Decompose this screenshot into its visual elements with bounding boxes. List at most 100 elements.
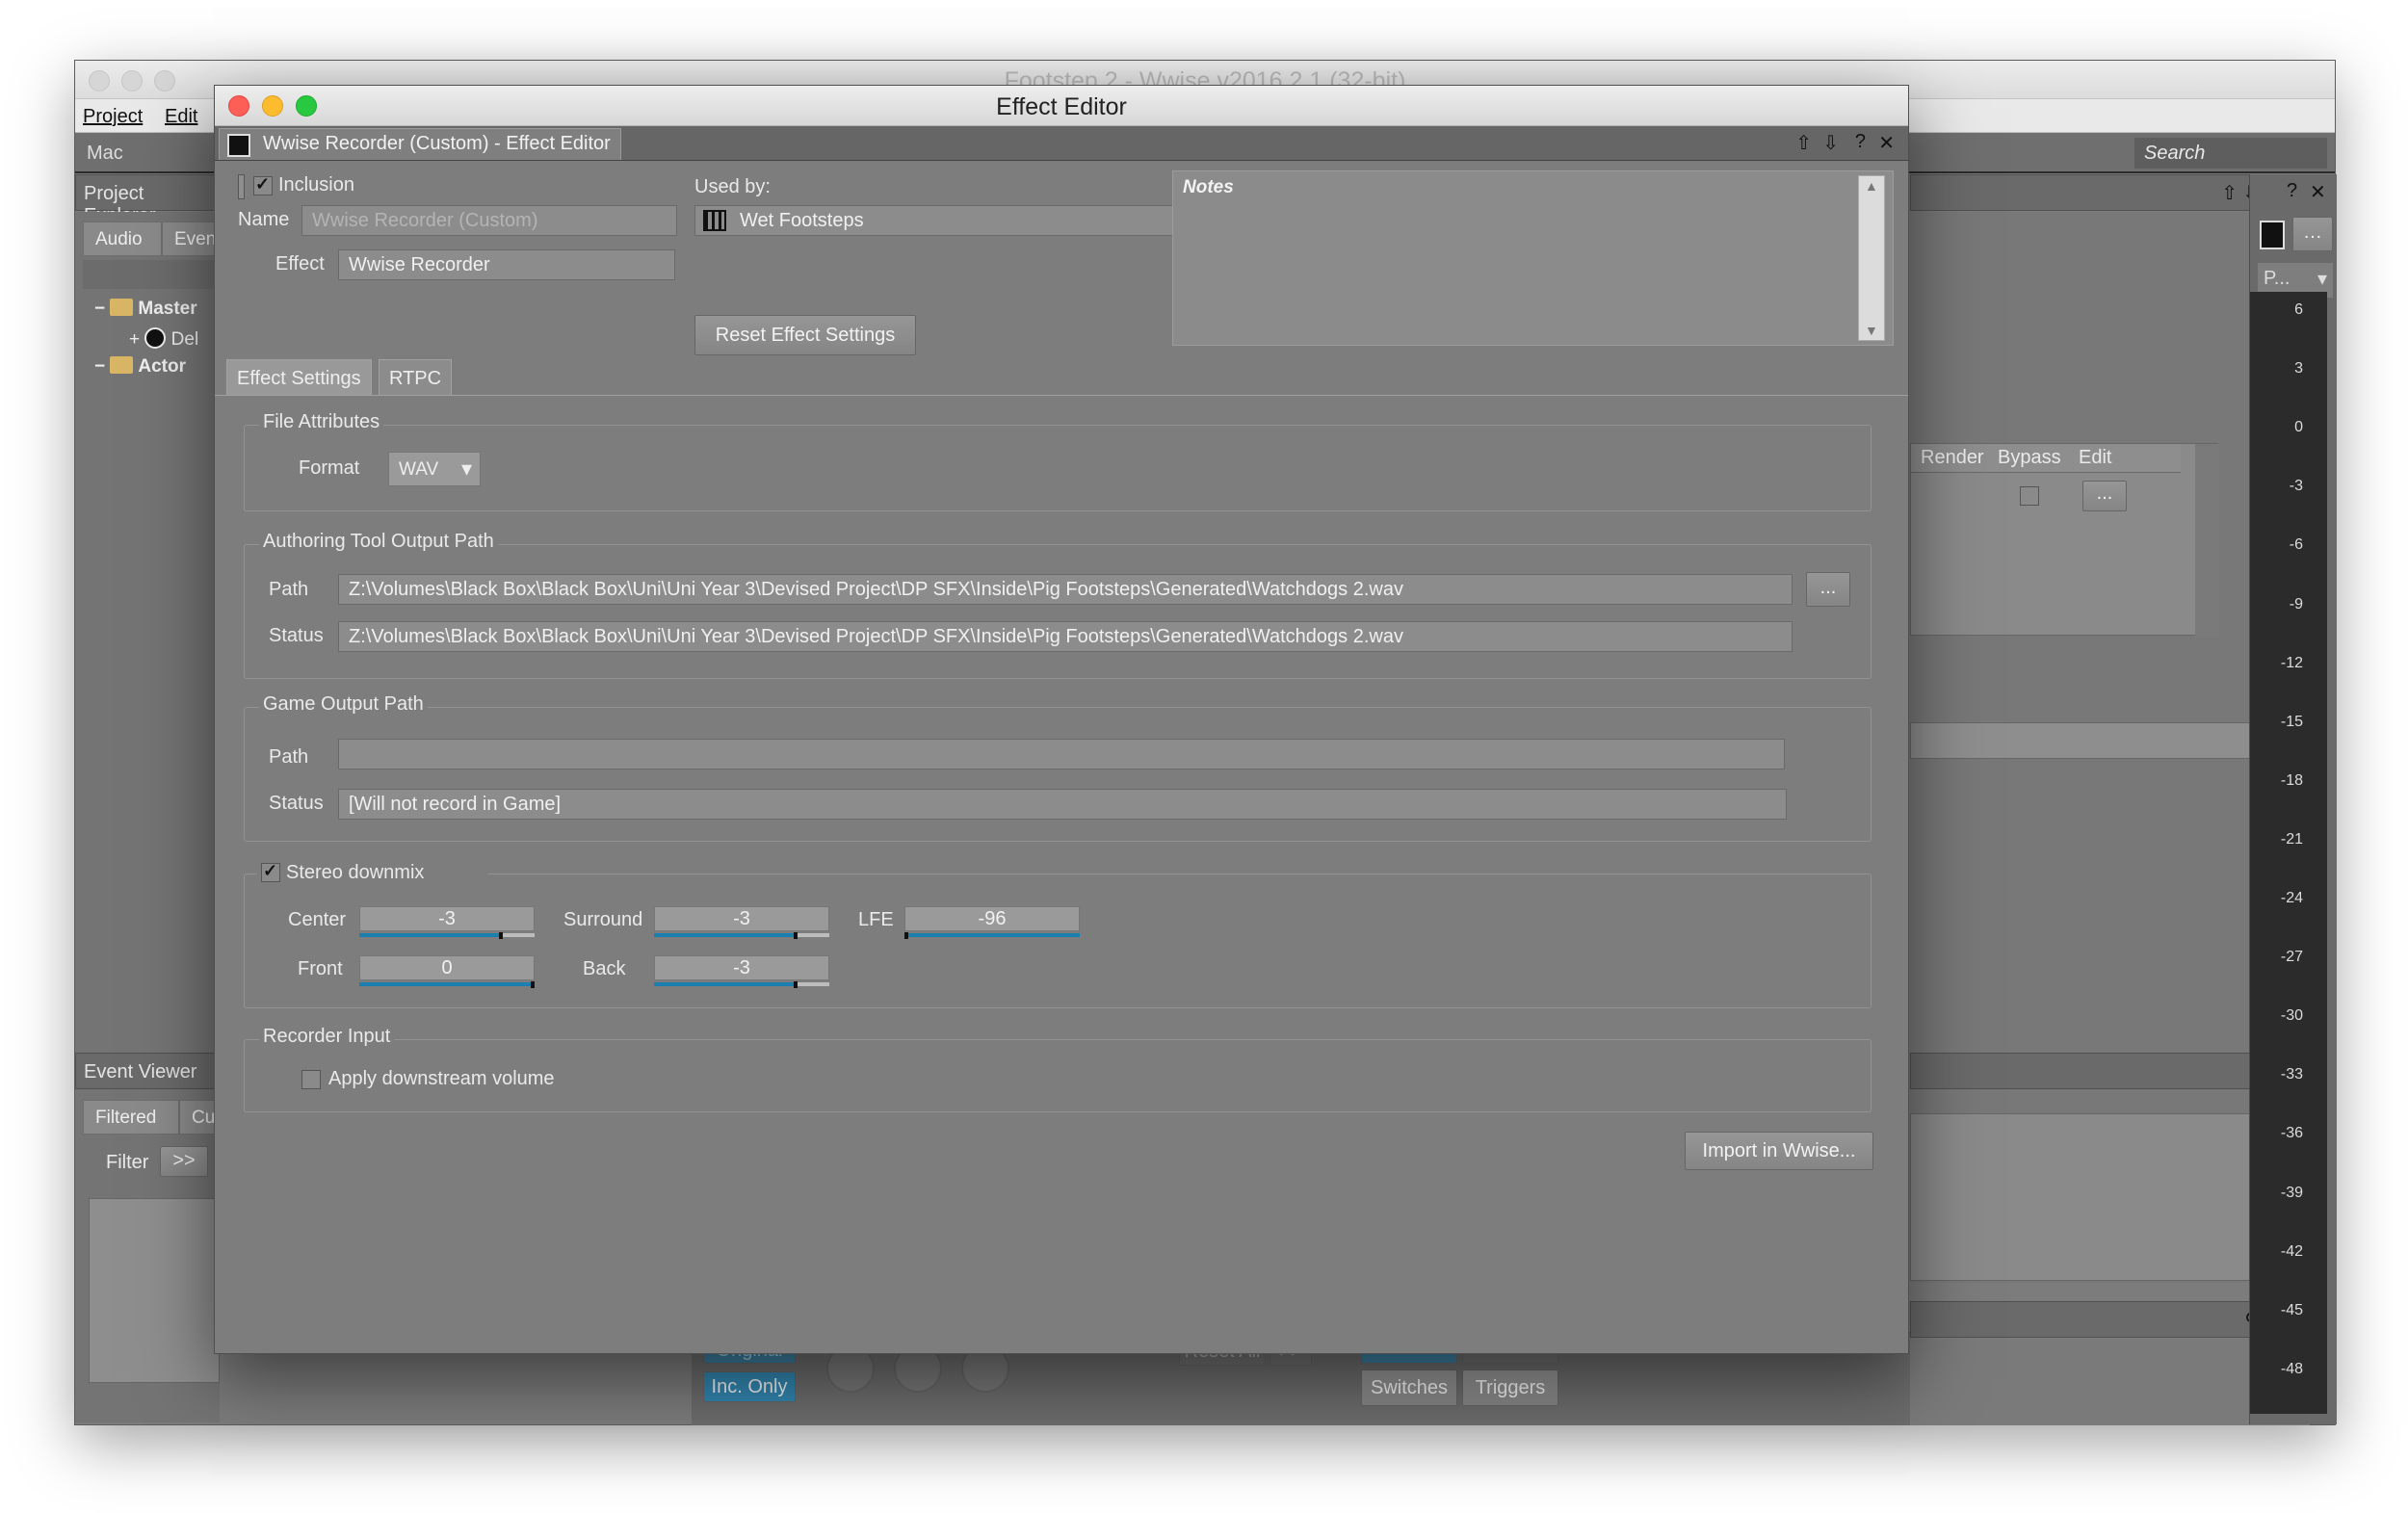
inc-only-button[interactable]: Inc. Only xyxy=(703,1371,796,1402)
inclusion-label: Inclusion xyxy=(278,174,354,196)
center-knob[interactable] xyxy=(499,932,503,939)
browse-path-button[interactable]: ... xyxy=(1806,572,1850,607)
pin-icon[interactable]: ⇧ xyxy=(1795,131,1812,155)
surround-slider[interactable]: -3 xyxy=(654,906,829,941)
tree-item-actor[interactable]: − Actor xyxy=(94,356,186,378)
back-value[interactable]: -3 xyxy=(654,955,829,980)
surround-knob[interactable] xyxy=(794,932,798,939)
tab-rtpc[interactable]: RTPC xyxy=(379,359,453,396)
close-icon[interactable]: ✕ xyxy=(2310,180,2326,204)
back-slider[interactable]: -3 xyxy=(654,955,829,990)
meter-tick-label: -18 xyxy=(2280,772,2303,789)
lfe-knob[interactable] xyxy=(904,932,908,939)
tree-item-master[interactable]: − Master xyxy=(94,299,197,320)
game-status-field: [Will not record in Game] xyxy=(338,789,1787,820)
meter-tick-label: 6 xyxy=(2294,301,2303,318)
meter-tick-label: -12 xyxy=(2280,655,2303,671)
authoring-path-field[interactable]: Z:\Volumes\Black Box\Black Box\Uni\Uni Y… xyxy=(338,574,1793,605)
notes-panel[interactable]: Notes ▲ ▼ xyxy=(1172,170,1894,346)
scroll-up-icon[interactable]: ▲ xyxy=(1865,178,1878,194)
triggers-button[interactable]: Triggers xyxy=(1462,1370,1558,1406)
meter-icon[interactable] xyxy=(2260,221,2285,249)
expand-icon[interactable]: + xyxy=(129,329,140,350)
contents-list[interactable] xyxy=(1910,1113,2290,1281)
meter-tick-label: -45 xyxy=(2280,1302,2303,1318)
editor-doc-tab[interactable]: Wwise Recorder (Custom) - Effect Editor xyxy=(219,128,621,160)
front-value[interactable]: 0 xyxy=(359,955,535,980)
effect-editor-window: Effect Editor Wwise Recorder (Custom) - … xyxy=(214,85,1909,1354)
import-in-wwise-button[interactable]: Import in Wwise... xyxy=(1685,1132,1873,1170)
lfe-value[interactable]: -96 xyxy=(904,906,1080,931)
table-scrollbar[interactable] xyxy=(2195,444,2219,637)
apply-downstream-volume-checkbox[interactable] xyxy=(301,1070,321,1089)
inclusion-checkbox[interactable] xyxy=(253,174,273,196)
meter-tick-label: -3 xyxy=(2289,478,2303,494)
front-label: Front xyxy=(298,958,343,979)
file-attributes-title: File Attributes xyxy=(259,411,384,433)
game-path-label: Path xyxy=(269,746,309,768)
authoring-path-title: Authoring Tool Output Path xyxy=(259,531,498,553)
back-knob[interactable] xyxy=(794,981,798,988)
menu-project[interactable]: Project xyxy=(83,106,143,128)
name-field[interactable]: Wwise Recorder (Custom) xyxy=(301,205,677,236)
format-select[interactable]: WAV ▾ xyxy=(388,452,481,486)
filter-label: Filter xyxy=(106,1152,149,1173)
meter-options-button[interactable]: … xyxy=(2292,217,2333,251)
meter-tick-label: -33 xyxy=(2280,1066,2303,1083)
scroll-down-icon[interactable]: ▼ xyxy=(1865,323,1878,338)
editor-doc-bar: Wwise Recorder (Custom) - Effect Editor … xyxy=(215,126,1908,161)
menu-edit[interactable]: Edit xyxy=(165,106,197,128)
notes-scrollbar[interactable]: ▲ ▼ xyxy=(1858,175,1885,341)
stereo-downmix-checkbox[interactable] xyxy=(261,861,280,882)
collapse-icon[interactable]: − xyxy=(94,356,105,377)
search-input[interactable]: Search xyxy=(2134,138,2327,169)
center-label: Center xyxy=(288,909,347,930)
file-attributes-group xyxy=(244,425,1871,511)
close-icon[interactable]: ✕ xyxy=(1878,131,1895,155)
game-path-field[interactable] xyxy=(338,739,1785,770)
authoring-path-label: Path xyxy=(269,579,309,600)
tree-item-del[interactable]: + Del xyxy=(129,327,198,351)
pin-icon[interactable]: ⇧ xyxy=(2221,181,2238,205)
sound-icon xyxy=(144,327,167,349)
center-value[interactable]: -3 xyxy=(359,906,535,931)
pin-icon[interactable]: ⇩ xyxy=(1822,131,1839,155)
help-icon[interactable]: ? xyxy=(1855,131,1866,153)
surround-value[interactable]: -3 xyxy=(654,906,829,931)
color-swatch[interactable] xyxy=(238,174,245,199)
surround-label: Surround xyxy=(563,909,643,930)
recorder-input-title: Recorder Input xyxy=(259,1026,395,1048)
meter-tick-label: -21 xyxy=(2280,831,2303,848)
col-edit: Edit xyxy=(2079,447,2112,468)
effects-table: Render Bypass Edit ... xyxy=(1910,443,2219,637)
meter-tick-label: -48 xyxy=(2280,1361,2303,1377)
event-viewer-header: Event Viewer xyxy=(75,1053,220,1089)
meter-tick-label: -27 xyxy=(2280,949,2303,965)
property-field[interactable] xyxy=(1910,722,2257,759)
tab-audio[interactable]: Audio xyxy=(83,222,162,256)
collapse-icon[interactable]: − xyxy=(94,299,105,319)
event-list[interactable] xyxy=(89,1198,220,1383)
tab-effect-settings[interactable]: Effect Settings xyxy=(226,359,372,396)
effect-field[interactable]: Wwise Recorder xyxy=(338,249,675,280)
center-slider[interactable]: -3 xyxy=(359,906,535,941)
reset-effect-settings-button[interactable]: Reset Effect Settings xyxy=(694,315,916,355)
apply-downstream-volume-label: Apply downstream volume xyxy=(328,1068,555,1089)
platform-label[interactable]: Mac xyxy=(87,143,123,165)
front-knob[interactable] xyxy=(531,981,535,988)
front-slider[interactable]: 0 xyxy=(359,955,535,990)
tab-filtered[interactable]: Filtered xyxy=(83,1100,179,1135)
used-by-field[interactable]: Wet Footsteps xyxy=(694,205,1176,236)
bypass-checkbox[interactable] xyxy=(2020,486,2039,506)
authoring-path-group xyxy=(244,544,1871,679)
game-path-group xyxy=(244,707,1871,842)
effect-icon xyxy=(227,134,250,157)
tab-events[interactable]: Events xyxy=(162,222,230,256)
help-icon[interactable]: ? xyxy=(2287,180,2297,202)
effect-edit-button[interactable]: ... xyxy=(2082,481,2127,511)
lfe-slider[interactable]: -96 xyxy=(904,906,1080,941)
effects-table-header: Render Bypass Edit xyxy=(1911,444,2181,473)
switches-button[interactable]: Switches xyxy=(1361,1370,1457,1406)
filter-expand-button[interactable]: >> xyxy=(160,1146,208,1177)
name-label: Name xyxy=(238,209,290,230)
